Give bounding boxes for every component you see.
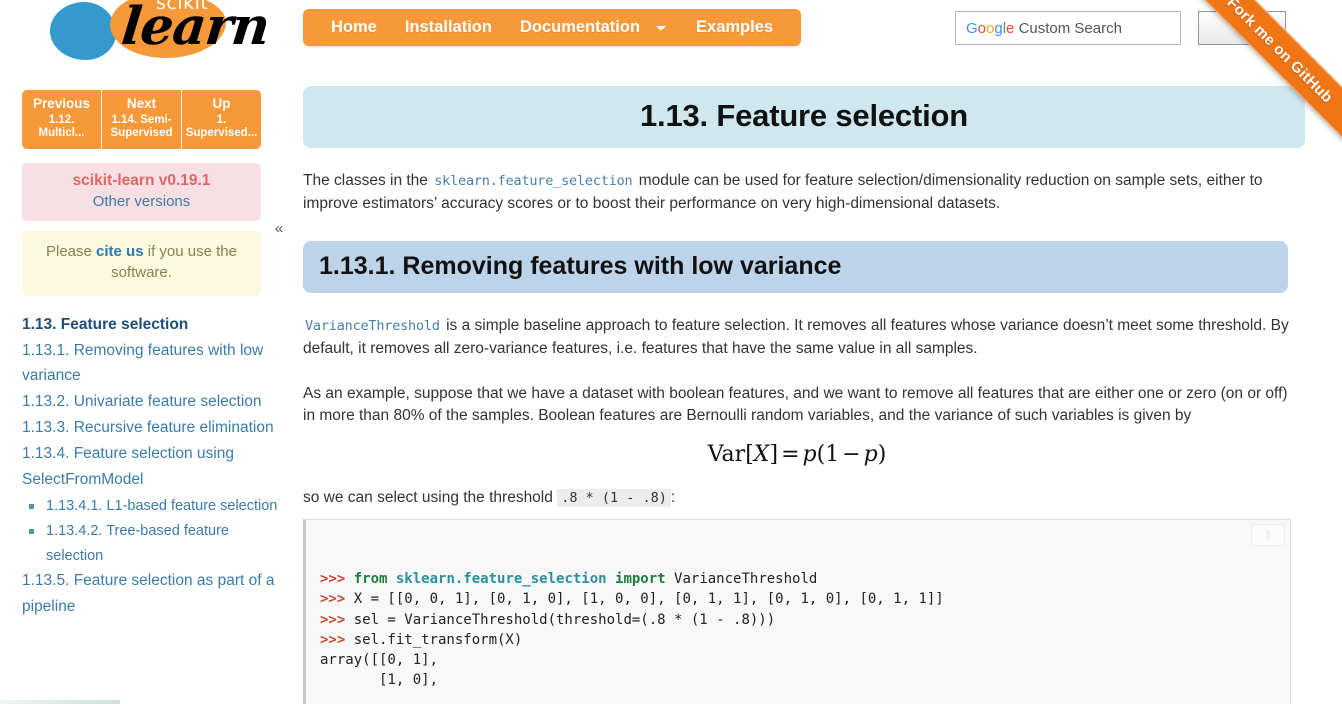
page-root: scikit learn Home Installation Documenta… [0,0,1342,704]
code-token: sel.fit_transform(X) [353,631,523,648]
threshold-text-a: so we can select using the threshold [303,488,558,506]
formula-paren-close: ) [877,441,887,467]
up-page-button[interactable]: Up 1. Supervised... [182,90,261,150]
code-line: array([[0, 1], [320,650,1280,670]
code-line: [1, 0], [320,670,1280,690]
intro-paragraph: The classes in the sklearn.feature_selec… [303,170,1291,215]
other-versions-link[interactable]: Other versions [93,193,191,210]
up-label: Up [212,96,231,111]
section-heading-text: 1.13.1. Removing features with low varia… [319,252,842,281]
cite-pre-text: Please [46,243,97,261]
main-navigation: Home Installation Documentation Examples [303,9,802,46]
next-sublabel: 1.14. Semi-Supervised [110,113,173,140]
formula-bracket-open: [ [745,441,754,467]
scikit-learn-logo[interactable]: scikit learn [42,0,272,72]
main-content: 1.13. Feature selection The classes in t… [289,76,1342,704]
formula-var: Var [707,441,746,467]
formula-x: X [753,441,770,467]
code-line: >>> from sklearn.feature_selection impor… [320,569,1280,589]
formula-bracket-close: ] [769,441,779,467]
threshold-paragraph: so we can select using the threshold .8 … [303,487,1291,510]
code-lines: >>> from sklearn.feature_selection impor… [320,569,1280,691]
code-token: [1, 0], [320,672,439,689]
threshold-text-b: : [670,488,676,506]
version-name: scikit-learn v0.19.1 [72,172,211,190]
next-label: Next [126,96,157,111]
previous-label: Previous [32,96,91,111]
formula-p-first: p [802,441,817,467]
chevron-down-icon[interactable] [656,26,667,31]
list-item: 1.13.4.2. Tree-based feature selection [24,518,284,568]
cite-us-box: Please cite us if you use the software. [22,231,261,296]
inline-code-threshold: .8 * (1 - .8) [557,488,671,507]
section-heading: 1.13.1. Removing features with low varia… [303,241,1288,294]
toc-item-pipeline[interactable]: 1.13.5. Feature selection as part of a p… [22,568,284,620]
code-line: >>> X = [[0, 0, 1], [0, 1, 0], [1, 0, 0]… [320,589,1280,609]
code-token: array([[0, 1], [320,652,439,669]
search-placeholder: Google Custom Search [966,19,1122,37]
sidebar-collapse-toggle[interactable]: « [271,216,287,240]
code-prompt: >>> [320,570,354,587]
code-prompt: >>> [320,611,354,628]
table-of-contents: 1.13. Feature selection 1.13.1. Removing… [22,312,284,620]
nav-item-examples[interactable]: Examples [682,18,787,37]
toc-item-select-from-model[interactable]: 1.13.4. Feature selection using SelectFr… [22,441,284,493]
copy-code-button[interactable]: ⟫ [1251,524,1285,547]
cite-us-link[interactable]: cite us [96,243,144,260]
next-page-button[interactable]: Next 1.14. Semi-Supervised [102,90,182,150]
page-title: 1.13. Feature selection [303,86,1305,148]
variance-formula: Var[X] = p(1− p) [303,442,1291,467]
code-prompt: >>> [320,591,354,608]
nav-item-installation[interactable]: Installation [391,18,506,37]
code-token: X = [[0, 0, 1], [0, 1, 0], [1, 0, 0], [0… [353,591,944,608]
previous-page-button[interactable]: Previous 1.12. Multicl... [22,90,102,150]
example-paragraph: As an example, suppose that we have a da… [303,384,1288,425]
logo-blue-blob-icon [50,2,116,60]
inline-code-module: sklearn.feature_selection [434,173,633,189]
intro-text-a: The classes in the [303,172,433,189]
sidebar: Previous 1.12. Multicl... Next 1.14. Sem… [0,76,285,704]
toc-item-recursive-elimination[interactable]: 1.13.3. Recursive feature elimination [22,415,284,441]
code-example-block[interactable]: >>> from sklearn.feature_selection impor… [303,519,1291,704]
code-token: import [606,570,675,587]
code-prompt: >>> [320,631,354,648]
toc-item-univariate-selection[interactable]: 1.13.2. Univariate feature selection [22,389,284,415]
nav-item-home[interactable]: Home [317,18,391,37]
up-sublabel: 1. Supervised... [185,113,258,140]
nav-item-documentation[interactable]: Documentation [506,18,654,37]
toc-item-removing-low-variance[interactable]: 1.13.1. Removing features with low varia… [22,338,284,390]
bottom-edge-decoration [0,700,120,704]
formula-paren-open: ( [816,441,826,467]
logo-text-learn: learn [118,0,272,57]
formula-equals: = [781,441,800,467]
inline-code-variancethreshold: VarianceThreshold [305,318,440,335]
version-box: scikit-learn v0.19.1 Other versions [22,163,261,222]
formula-one: 1 [825,441,840,467]
formula-p-second: p [863,441,878,467]
code-token: sklearn.feature_selection [395,570,607,587]
code-line: >>> sel.fit_transform(X) [320,630,1280,650]
relation-buttons: Previous 1.12. Multicl... Next 1.14. Sem… [22,90,261,150]
toc-item-l1-based[interactable]: 1.13.4.1. L1-based feature selection [46,498,277,514]
site-header: scikit learn Home Installation Documenta… [0,0,1342,162]
code-token: VarianceThreshold [674,570,818,587]
code-token: from [353,570,396,587]
search-input[interactable]: Google Custom Search [955,11,1181,45]
formula-minus: − [842,441,861,467]
toc-item-tree-based[interactable]: 1.13.4.2. Tree-based feature selection [46,523,229,564]
variance-paragraph-text: is a simple baseline approach to feature… [303,317,1289,357]
list-item: 1.13.4.1. L1-based feature selection [24,493,284,518]
toc-item-feature-selection[interactable]: 1.13. Feature selection [22,312,284,338]
code-line: >>> sel = VarianceThreshold(threshold=(.… [320,610,1280,630]
toc-sublist: 1.13.4.1. L1-based feature selection 1.1… [24,493,284,569]
code-token: sel = VarianceThreshold(threshold=(.8 * … [353,611,776,628]
previous-sublabel: 1.12. Multicl... [38,113,85,140]
page-title-text: 1.13. Feature selection [640,98,968,133]
search-placeholder-rest: Custom Search [1018,19,1122,37]
